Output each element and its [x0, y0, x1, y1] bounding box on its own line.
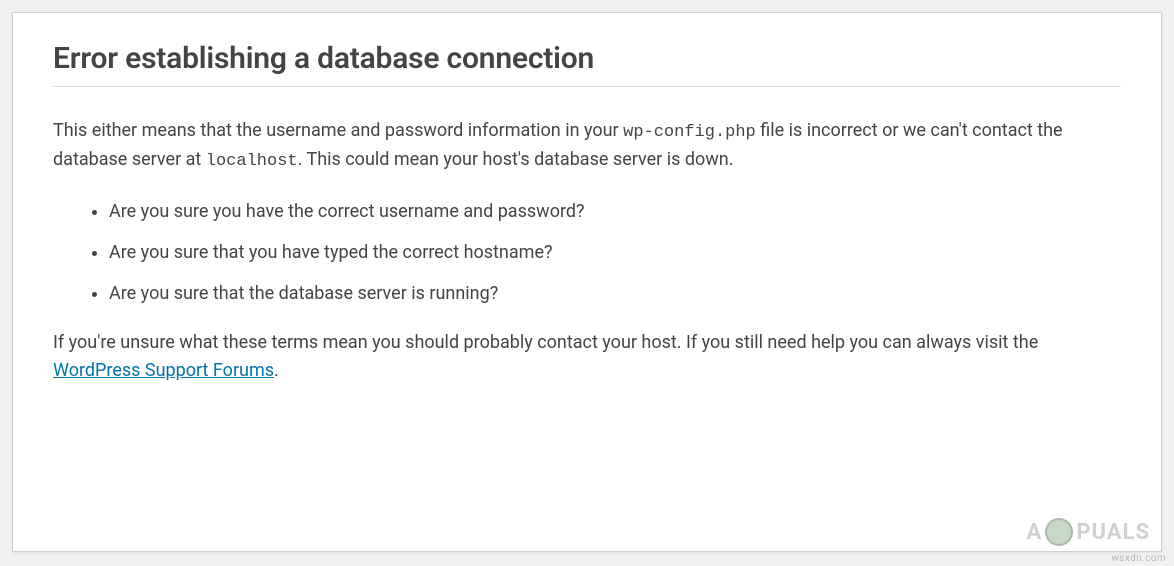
checklist: Are you sure you have the correct userna…	[53, 198, 1121, 307]
page-heading: Error establishing a database connection	[53, 41, 1121, 87]
source-watermark: wsxdn.com	[1111, 553, 1166, 564]
intro-text-3: . This could mean your host's database s…	[298, 149, 734, 170]
list-item: Are you sure that you have typed the cor…	[109, 239, 1121, 266]
support-forums-link[interactable]: WordPress Support Forums	[53, 360, 274, 381]
error-intro-paragraph: This either means that the username and …	[53, 117, 1121, 176]
db-host-code: localhost	[206, 152, 298, 171]
error-outro-paragraph: If you're unsure what these terms mean y…	[53, 329, 1121, 385]
list-item: Are you sure you have the correct userna…	[109, 198, 1121, 225]
outro-text-1: If you're unsure what these terms mean y…	[53, 332, 1038, 353]
config-file-code: wp-config.php	[623, 123, 756, 142]
list-item: Are you sure that the database server is…	[109, 280, 1121, 307]
error-page-container: Error establishing a database connection…	[12, 12, 1162, 552]
outro-text-2: .	[274, 360, 279, 381]
intro-text-1: This either means that the username and …	[53, 120, 623, 141]
